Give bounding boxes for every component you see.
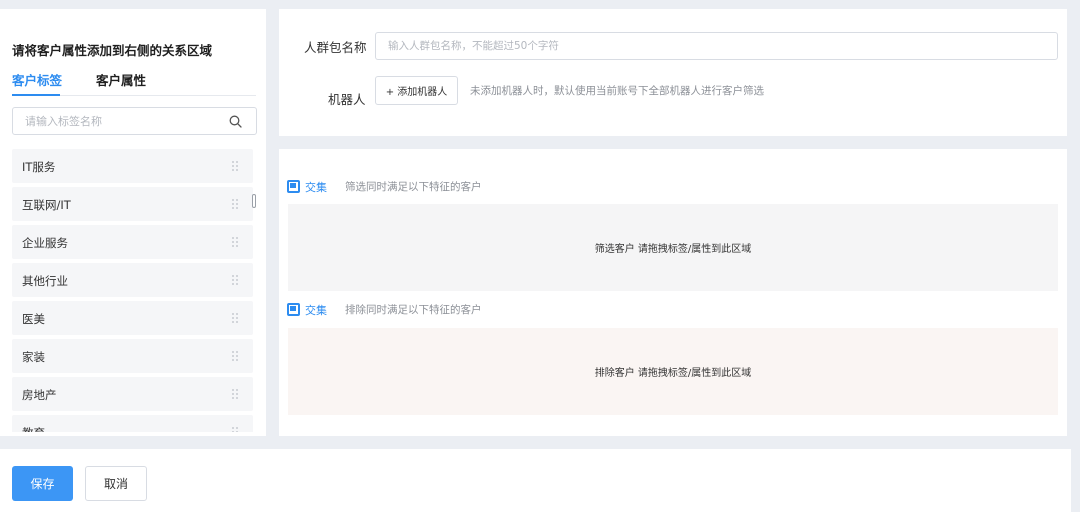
- exclude-drop-zone[interactable]: 排除客户 请拖拽标签/属性到此区域: [288, 328, 1058, 415]
- save-button[interactable]: 保存: [12, 466, 73, 501]
- active-tab-indicator: [12, 94, 60, 96]
- include-drop-zone[interactable]: 筛选客户 请拖拽标签/属性到此区域: [288, 204, 1058, 291]
- intersection-icon[interactable]: [287, 303, 300, 316]
- tag-label: IT服务: [22, 160, 56, 174]
- robot-hint-text: 未添加机器人时，默认使用当前账号下全部机器人进行客户筛选: [470, 85, 764, 97]
- include-operator-toggle[interactable]: 交集: [305, 179, 327, 195]
- tag-label: 互联网/IT: [22, 198, 71, 212]
- drag-handle-icon[interactable]: [231, 312, 239, 324]
- audience-form-panel: 人群包名称 机器人 + 添加机器人 未添加机器人时，默认使用当前账号下全部机器人…: [279, 9, 1067, 136]
- tag-label: 其他行业: [22, 274, 68, 288]
- robot-label: 机器人: [328, 92, 366, 107]
- cancel-button[interactable]: 取消: [85, 466, 147, 501]
- include-drop-hint: 筛选客户 请拖拽标签/属性到此区域: [594, 244, 752, 255]
- audience-name-label: 人群包名称: [304, 40, 367, 55]
- tag-label: 房地产: [22, 388, 57, 402]
- drag-handle-icon[interactable]: [231, 198, 239, 210]
- drag-handle-icon[interactable]: [231, 426, 239, 432]
- exclude-drop-hint: 排除客户 请拖拽标签/属性到此区域: [594, 368, 752, 379]
- tag-list-item[interactable]: 房地产: [12, 377, 253, 411]
- drag-handle-icon[interactable]: [231, 274, 239, 286]
- tag-list-item[interactable]: 家装: [12, 339, 253, 373]
- tag-label: 教育: [22, 425, 45, 432]
- tag-list-item[interactable]: 医美: [12, 301, 253, 335]
- filter-rules-panel: 交集 筛选同时满足以下特征的客户 筛选客户 请拖拽标签/属性到此区域 交集 排除…: [279, 149, 1067, 436]
- exclude-operator-toggle[interactable]: 交集: [305, 302, 327, 318]
- tag-list-item[interactable]: IT服务: [12, 149, 253, 183]
- tab-customer-attributes[interactable]: 客户属性: [96, 70, 146, 89]
- exclude-rule-description: 排除同时满足以下特征的客户: [345, 304, 482, 316]
- drag-handle-icon[interactable]: [231, 160, 239, 172]
- include-rule-description: 筛选同时满足以下特征的客户: [345, 181, 482, 193]
- audience-name-input[interactable]: [375, 32, 1058, 60]
- tag-list-item[interactable]: 企业服务: [12, 225, 253, 259]
- panel-title: 请将客户属性添加到右侧的关系区域: [12, 43, 213, 58]
- tag-list-item[interactable]: 教育: [12, 415, 253, 432]
- tag-search-input[interactable]: [25, 113, 225, 129]
- tag-label: 医美: [22, 312, 45, 326]
- tag-library-panel: 请将客户属性添加到右侧的关系区域 客户标签 客户属性 IT服务互联网/IT 企业服…: [0, 9, 266, 436]
- tag-list-scrollbar[interactable]: [252, 194, 256, 208]
- drag-handle-icon[interactable]: [231, 388, 239, 400]
- footer-bar: 保存 取消: [0, 449, 1071, 512]
- tag-search-box[interactable]: [12, 107, 257, 135]
- drag-handle-icon[interactable]: [231, 236, 239, 248]
- tag-list-item[interactable]: 其他行业: [12, 263, 253, 297]
- tag-list-item[interactable]: 互联网/IT: [12, 187, 253, 221]
- tag-list: IT服务互联网/IT 企业服务其他行业医美家装房地产教育: [12, 149, 253, 432]
- intersection-icon[interactable]: [287, 180, 300, 193]
- drag-handle-icon[interactable]: [231, 350, 239, 362]
- search-icon[interactable]: [229, 115, 242, 128]
- tab-customer-tags[interactable]: 客户标签: [12, 70, 62, 89]
- tag-label: 企业服务: [22, 236, 68, 250]
- tag-label: 家装: [22, 350, 45, 364]
- add-robot-button[interactable]: + 添加机器人: [375, 76, 458, 105]
